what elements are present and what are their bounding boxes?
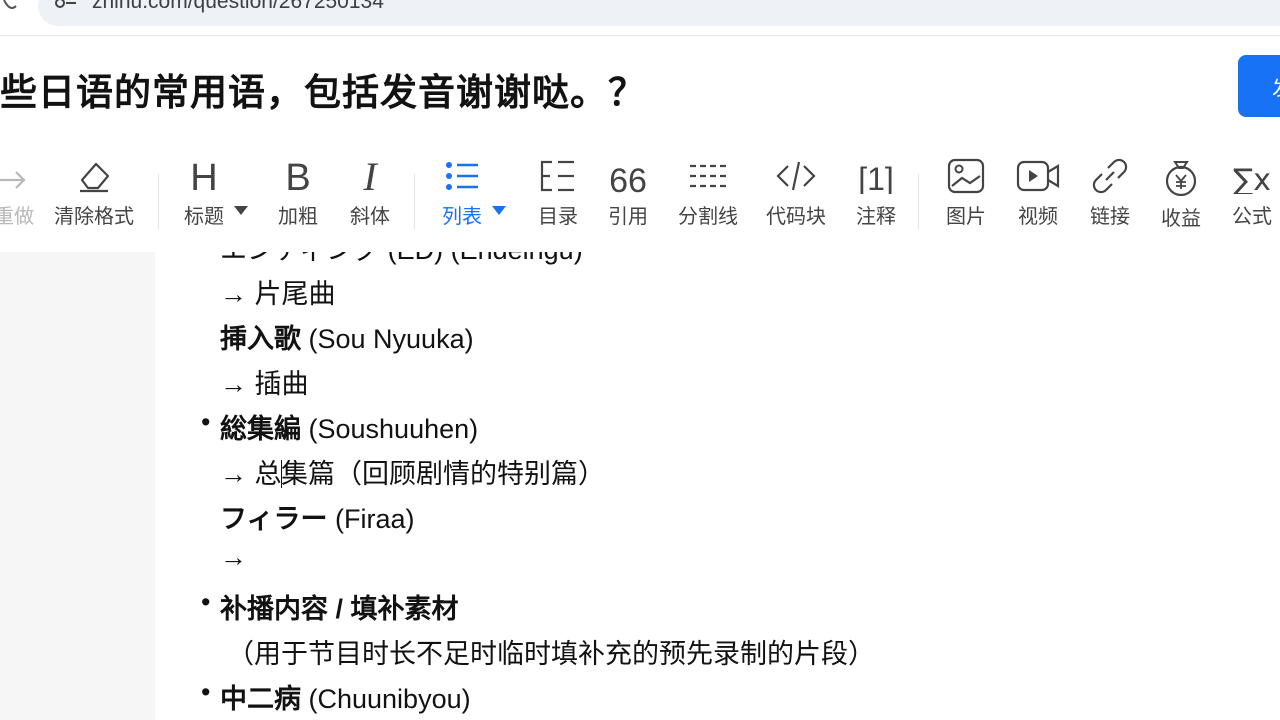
toolbar-divider [158, 174, 159, 230]
toc-icon [540, 160, 574, 192]
redo-icon [0, 171, 26, 189]
code-icon [776, 161, 816, 191]
link-icon [1092, 158, 1128, 194]
svg-text:H: H [190, 158, 217, 194]
clear-format-button[interactable]: 清除格式 [50, 158, 138, 234]
question-header: 些日语的常用语，包括发音谢谢哒。？ 发 [0, 36, 1280, 134]
list-item-text: 挿入歌 (Sou Nyuuka) [220, 324, 474, 354]
image-icon [947, 158, 985, 194]
bullet-marker: • [201, 407, 211, 437]
list-item-text: → [220, 542, 247, 572]
browser-top-strip: zhihu.com/question/267250134 [0, 0, 1280, 36]
left-margin [0, 252, 155, 720]
bullet-marker: • [201, 677, 211, 707]
eraser-icon [80, 162, 110, 193]
heading-button[interactable]: H 标题 [178, 158, 230, 234]
toolbar-divider [414, 174, 415, 230]
list-dropdown-icon[interactable] [492, 206, 506, 215]
publish-button[interactable]: 发 [1238, 55, 1280, 117]
revenue-button[interactable]: 收益 [1157, 158, 1205, 234]
quote-icon: 66 [609, 162, 647, 194]
money-bag-icon [1165, 161, 1197, 196]
list-item-text: → 总集篇（回顾剧情的特别篇） [220, 459, 606, 489]
quote-button[interactable]: 66 引用 [604, 158, 652, 234]
heading-dropdown-icon[interactable] [234, 206, 248, 215]
list-item-text: 総集編 (Soushuuhen) [220, 414, 479, 444]
site-info-icon[interactable] [52, 0, 78, 14]
url-text[interactable]: zhihu.com/question/267250134 [92, 0, 384, 14]
svg-text:B: B [285, 158, 310, 194]
list-item-text: （用于节目时长不足时临时填补充的预先录制的片段） [227, 639, 875, 669]
heading-icon: H [190, 158, 217, 194]
annotation-button[interactable]: [1] 注释 [852, 158, 900, 234]
bold-button[interactable]: B 加粗 [274, 158, 322, 234]
video-icon [1016, 160, 1060, 192]
code-block-button[interactable]: 代码块 [762, 158, 830, 234]
list-button[interactable]: 列表 [438, 158, 486, 234]
svg-text:∑x: ∑x [1233, 163, 1271, 194]
list-item-text: 中二病 (Chuunibyou) [220, 684, 471, 714]
list-item-text: フィラー (Firaa) [220, 504, 415, 534]
divider-button[interactable]: 分割线 [674, 158, 742, 234]
sigma-icon: ∑x [1233, 163, 1271, 194]
italic-icon: I [362, 158, 378, 194]
list-item-text: 补播内容 / 填补素材 [220, 594, 459, 624]
partial-line-top: エンディング (ED) (Endeingu) [220, 252, 583, 267]
page-title: 些日语的常用语，包括发音谢谢哒。？ [0, 72, 646, 113]
bullet-marker: • [201, 587, 211, 617]
editor-content[interactable]: エンディング (ED) (Endeingu) → 片尾曲 挿入歌 (Sou Ny… [155, 252, 1280, 720]
divider-line-icon [690, 164, 726, 188]
toc-button[interactable]: 目录 [534, 158, 582, 234]
list-item-text: → 插曲 [220, 369, 309, 399]
reload-icon[interactable] [2, 0, 18, 14]
toolbar-divider [918, 174, 919, 230]
editor-toolbar: 重做 清除格式 H 标题 B 加粗 I 斜体 列表 目录 66 引用 分割线 代… [0, 134, 1280, 252]
image-button[interactable]: 图片 [942, 158, 990, 234]
redo-button[interactable]: 重做 [0, 158, 42, 234]
bold-icon: B [285, 158, 310, 194]
svg-text:I: I [362, 158, 378, 194]
svg-text:66: 66 [609, 162, 647, 194]
video-button[interactable]: 视频 [1014, 158, 1062, 234]
link-button[interactable]: 链接 [1086, 158, 1134, 234]
formula-button[interactable]: ∑x 公式 [1228, 158, 1276, 234]
bullet-list-icon [446, 162, 478, 190]
italic-button[interactable]: I 斜体 [346, 158, 394, 234]
list-item-text: → 片尾曲 [220, 279, 336, 309]
annotation-icon: [1] [858, 161, 894, 194]
svg-text:[1]: [1] [858, 161, 894, 194]
